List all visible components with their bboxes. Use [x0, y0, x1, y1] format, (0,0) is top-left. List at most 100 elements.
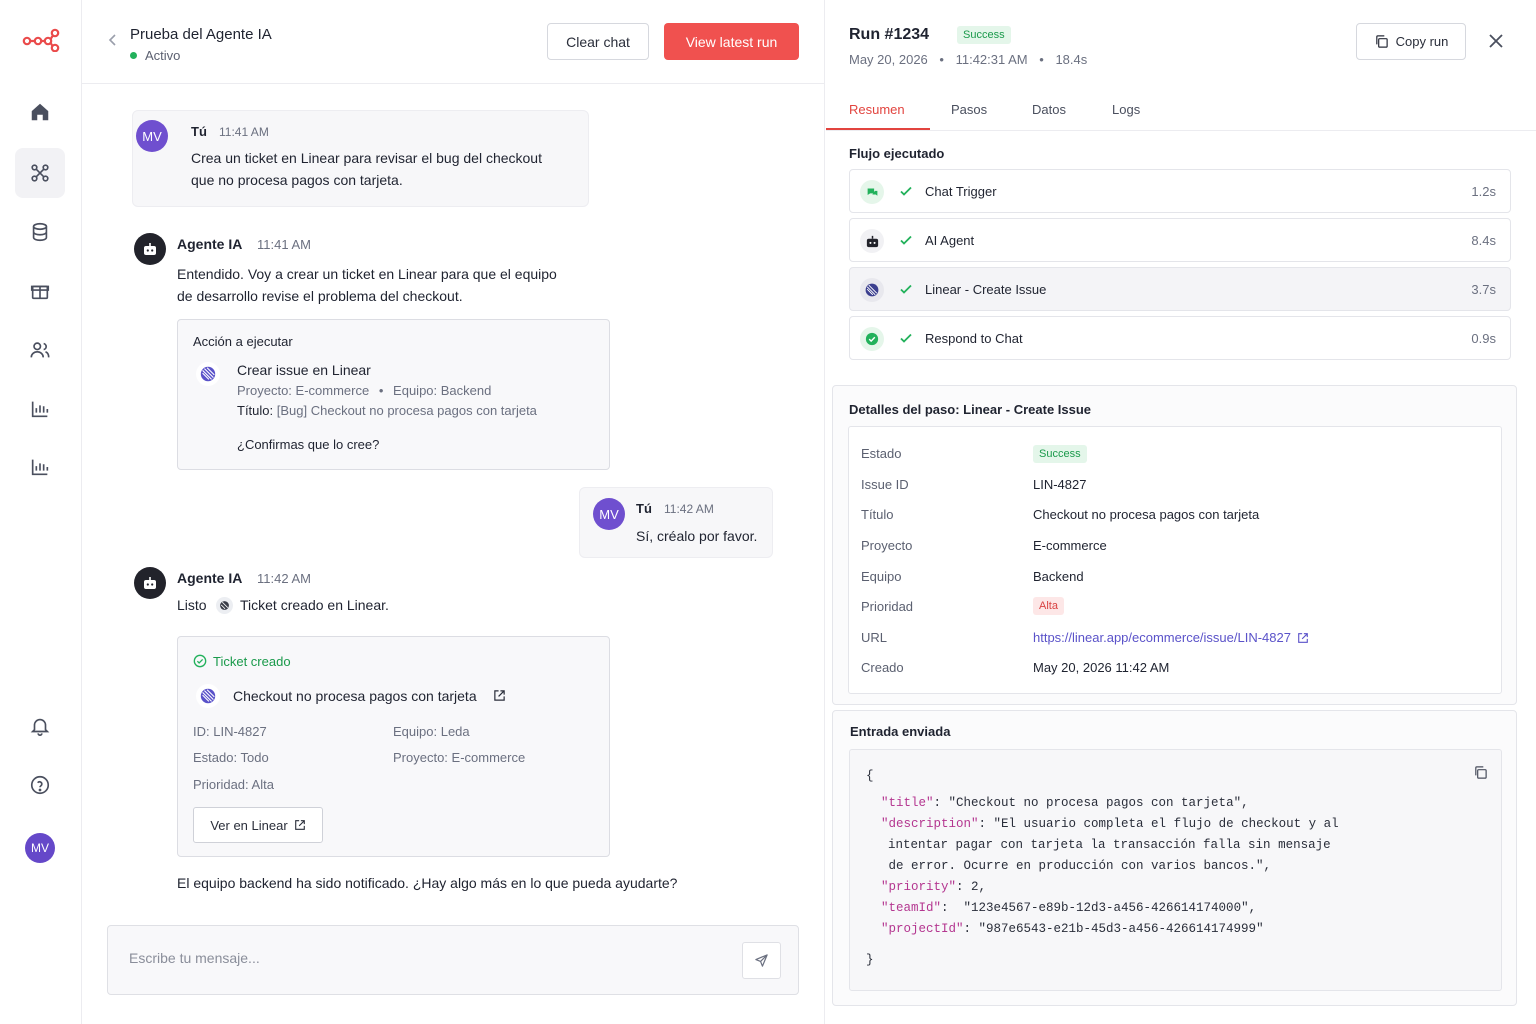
- chat-title: Prueba del Agente IA: [130, 26, 272, 43]
- home-icon[interactable]: [15, 87, 65, 137]
- json-value: : "987e6543-e21b-45d3-a456-426614174999": [963, 922, 1264, 936]
- priority-badge: Alta: [1033, 597, 1064, 615]
- app-window: MV Prueba del Agente IA Activo Clear cha…: [0, 0, 1536, 1024]
- message-sender: Tú: [636, 501, 652, 516]
- json-close: }: [866, 953, 874, 967]
- tab-logs[interactable]: Logs: [1112, 102, 1140, 117]
- message-sender: Tú: [191, 124, 207, 139]
- view-latest-run-button[interactable]: View latest run: [664, 23, 799, 60]
- titulo-label: Título:: [237, 403, 274, 418]
- action-titulo: Título: [Bug] Checkout no procesa pagos …: [237, 403, 537, 418]
- estado-value: Todo: [240, 750, 269, 765]
- proyecto-label: Proyecto:: [237, 383, 292, 398]
- step-name: Respond to Chat: [925, 331, 1023, 346]
- titulo-value: [Bug] Checkout no procesa pagos con tarj…: [276, 403, 537, 418]
- json-line: "title": "Checkout no procesa pagos con …: [881, 796, 1249, 810]
- copy-icon: [1375, 35, 1388, 48]
- ticket-prioridad: Prioridad: Alta: [193, 777, 274, 792]
- users-icon[interactable]: [15, 325, 65, 375]
- check-circle-icon: [193, 654, 207, 668]
- bell-icon[interactable]: [15, 701, 65, 751]
- run-time: 11:42:31 AM: [955, 52, 1028, 67]
- ticket-estado: Estado: Todo: [193, 750, 269, 765]
- json-line: "projectId": "987e6543-e21b-45d3-a456-42…: [881, 922, 1264, 936]
- workflows-icon[interactable]: [15, 148, 65, 198]
- step-linear-create-issue[interactable]: Linear - Create Issue 3.7s: [849, 267, 1511, 311]
- input-sent-card: Entrada enviada { "title": "Checkout no …: [832, 710, 1517, 1006]
- help-icon[interactable]: [15, 760, 65, 810]
- user-avatar: MV: [593, 498, 625, 530]
- linear-icon: [196, 362, 220, 386]
- user-message: MV Tú 11:41 AM Crea un ticket en Linear …: [132, 110, 589, 207]
- json-value: intentar pagar con tarjeta la transacció…: [888, 838, 1331, 852]
- detail-key: Título: [861, 507, 894, 522]
- ticket-id: ID: LIN-4827: [193, 724, 267, 739]
- message-text: Ticket creado en Linear.: [240, 597, 389, 613]
- step-chat-trigger[interactable]: Chat Trigger 1.2s: [849, 169, 1511, 213]
- copy-run-button[interactable]: Copy run: [1356, 23, 1466, 60]
- json-open: {: [866, 769, 874, 783]
- insights-icon[interactable]: [15, 442, 65, 492]
- user-avatar: MV: [136, 120, 168, 152]
- package-icon[interactable]: [15, 266, 65, 316]
- json-value: : "Checkout no procesa pagos con tarjeta…: [933, 796, 1249, 810]
- detail-key: URL: [861, 630, 888, 645]
- database-icon[interactable]: [15, 207, 65, 257]
- chat-panel: Prueba del Agente IA Activo Clear chat V…: [82, 0, 825, 1024]
- status-badge: Success: [1033, 445, 1087, 463]
- proyecto-value: E-commerce: [451, 750, 526, 765]
- external-link-icon[interactable]: [493, 689, 506, 702]
- ticket-title[interactable]: Checkout no procesa pagos con tarjeta: [233, 688, 477, 704]
- json-key: "teamId": [881, 901, 942, 915]
- input-sent-title: Entrada enviada: [850, 724, 951, 739]
- copy-icon[interactable]: [1473, 765, 1488, 780]
- message-composer: [107, 925, 799, 995]
- linear-icon: [860, 278, 884, 302]
- ver-en-linear-button[interactable]: Ver en Linear: [193, 807, 323, 843]
- json-key: "priority": [881, 880, 957, 894]
- active-tab-indicator: [826, 128, 930, 130]
- step-duration: 8.4s: [1471, 233, 1496, 248]
- ticket-proyecto: Proyecto: E-commerce: [393, 750, 525, 765]
- issue-url-link[interactable]: https://linear.app/ecommerce/issue/LIN-4…: [1033, 630, 1309, 645]
- close-icon[interactable]: [1486, 31, 1506, 51]
- check-icon: [900, 284, 912, 294]
- tab-pasos[interactable]: Pasos: [951, 102, 987, 117]
- flow-title: Flujo ejecutado: [849, 146, 945, 161]
- n8n-logo[interactable]: [22, 28, 60, 52]
- detail-key: Estado: [861, 446, 902, 461]
- json-code-block: { "title": "Checkout no procesa pagos co…: [849, 749, 1502, 991]
- message-text: Crea un ticket en Linear para revisar el…: [191, 150, 542, 166]
- step-duration: 3.7s: [1471, 282, 1496, 297]
- send-button[interactable]: [742, 942, 781, 979]
- message-prefix: Listo: [177, 597, 207, 613]
- chat-trigger-icon: [860, 180, 884, 204]
- ver-en-linear-label: Ver en Linear: [210, 817, 288, 833]
- json-line: "priority": 2,: [881, 880, 986, 894]
- user-avatar[interactable]: MV: [25, 833, 55, 863]
- message-text: que no procesa pagos con tarjeta.: [191, 172, 403, 188]
- check-icon: [900, 186, 912, 196]
- equipo-value: Leda: [440, 724, 470, 739]
- ticket-equipo: Equipo: Leda: [393, 724, 470, 739]
- status-label: Activo: [145, 48, 181, 63]
- step-ai-agent[interactable]: AI Agent 8.4s: [849, 218, 1511, 262]
- json-key: "title": [881, 796, 934, 810]
- json-line: de error. Ocurre en producción con vario…: [881, 859, 1272, 873]
- message-input[interactable]: [129, 950, 719, 966]
- detail-value: Backend: [1033, 569, 1084, 584]
- detail-value: May 20, 2026 11:42 AM: [1033, 660, 1170, 675]
- json-key: "projectId": [881, 922, 964, 936]
- analytics-icon[interactable]: [15, 384, 65, 434]
- proyecto-label: Proyecto:: [393, 750, 448, 765]
- message-time: 11:42 AM: [257, 571, 311, 586]
- linear-icon: [196, 684, 220, 708]
- chevron-left-icon[interactable]: [106, 32, 120, 48]
- status-badge: Success: [957, 26, 1011, 44]
- tab-resumen[interactable]: Resumen: [849, 102, 905, 117]
- tab-datos[interactable]: Datos: [1032, 102, 1066, 117]
- run-date: May 20, 2026: [849, 52, 928, 67]
- run-duration: 18.4s: [1055, 52, 1088, 67]
- step-respond-to-chat[interactable]: Respond to Chat 0.9s: [849, 316, 1511, 360]
- clear-chat-button[interactable]: Clear chat: [547, 23, 649, 60]
